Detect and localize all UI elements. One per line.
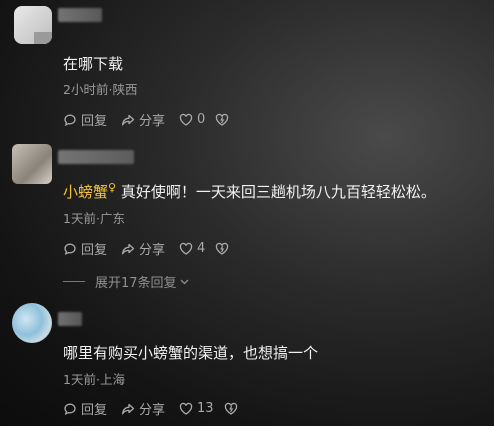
comment-text: 在哪下载: [63, 55, 124, 73]
heart-icon: [179, 242, 193, 255]
comment-meta: 1天前·上海: [63, 372, 125, 387]
nickname[interactable]: 小螃蟹: [63, 183, 108, 201]
heart-icon: [179, 113, 193, 126]
comment-actions: 回复 分享 13: [63, 399, 256, 418]
username-blurred[interactable]: [58, 8, 102, 22]
comment-meta: 1天前·广东: [63, 211, 125, 226]
dislike-heart-icon: [216, 242, 229, 255]
share-arrow-icon: [121, 243, 135, 254]
comment-time: 2小时前: [63, 82, 109, 97]
dislike-heart-icon: [216, 113, 229, 126]
comment-text: 小螃蟹♀ 真好使啊！一天来回三趟机场八九百轻轻松松。: [63, 181, 436, 201]
like-button[interactable]: 4: [179, 241, 205, 256]
chevron-down-icon: [180, 279, 189, 285]
reply-button[interactable]: 回复: [63, 110, 107, 129]
comment-meta: 2小时前·陕西: [63, 82, 138, 97]
comment-actions: 回复 分享 4: [63, 239, 247, 258]
reply-bubble-icon: [64, 243, 76, 255]
reply-bubble-icon: [64, 403, 76, 415]
reply-bubble-icon: [64, 114, 76, 126]
reply-button[interactable]: 回复: [63, 399, 107, 418]
like-button[interactable]: 13: [179, 401, 214, 416]
reply-button[interactable]: 回复: [63, 239, 107, 258]
like-button[interactable]: 0: [179, 112, 205, 127]
share-arrow-icon: [121, 403, 135, 414]
comment-actions: 回复 分享 0: [63, 110, 247, 129]
share-button[interactable]: 分享: [121, 399, 165, 418]
avatar[interactable]: [12, 303, 52, 343]
female-icon: ♀: [108, 181, 117, 194]
comment-location: 陕西: [112, 82, 138, 97]
dislike-button[interactable]: [224, 402, 242, 416]
heart-icon: [179, 402, 193, 415]
avatar[interactable]: [12, 144, 52, 184]
dislike-button[interactable]: [215, 242, 233, 256]
avatar[interactable]: [14, 6, 52, 44]
dislike-heart-icon: [224, 402, 237, 415]
share-button[interactable]: 分享: [121, 239, 165, 258]
comment-time: 1天前: [63, 372, 96, 387]
dislike-button[interactable]: [215, 113, 233, 127]
share-arrow-icon: [121, 114, 135, 125]
comment-text: 哪里有购买小螃蟹的渠道，也想搞一个: [63, 344, 319, 362]
comment-location: 上海: [99, 372, 125, 387]
comment-time: 1天前: [63, 211, 96, 226]
username-blurred[interactable]: [58, 150, 134, 164]
comment-location: 广东: [99, 211, 125, 226]
share-button[interactable]: 分享: [121, 110, 165, 129]
divider-line: [63, 281, 85, 282]
username-blurred[interactable]: [58, 312, 82, 326]
expand-replies-button[interactable]: 展开17条回复: [63, 272, 190, 291]
